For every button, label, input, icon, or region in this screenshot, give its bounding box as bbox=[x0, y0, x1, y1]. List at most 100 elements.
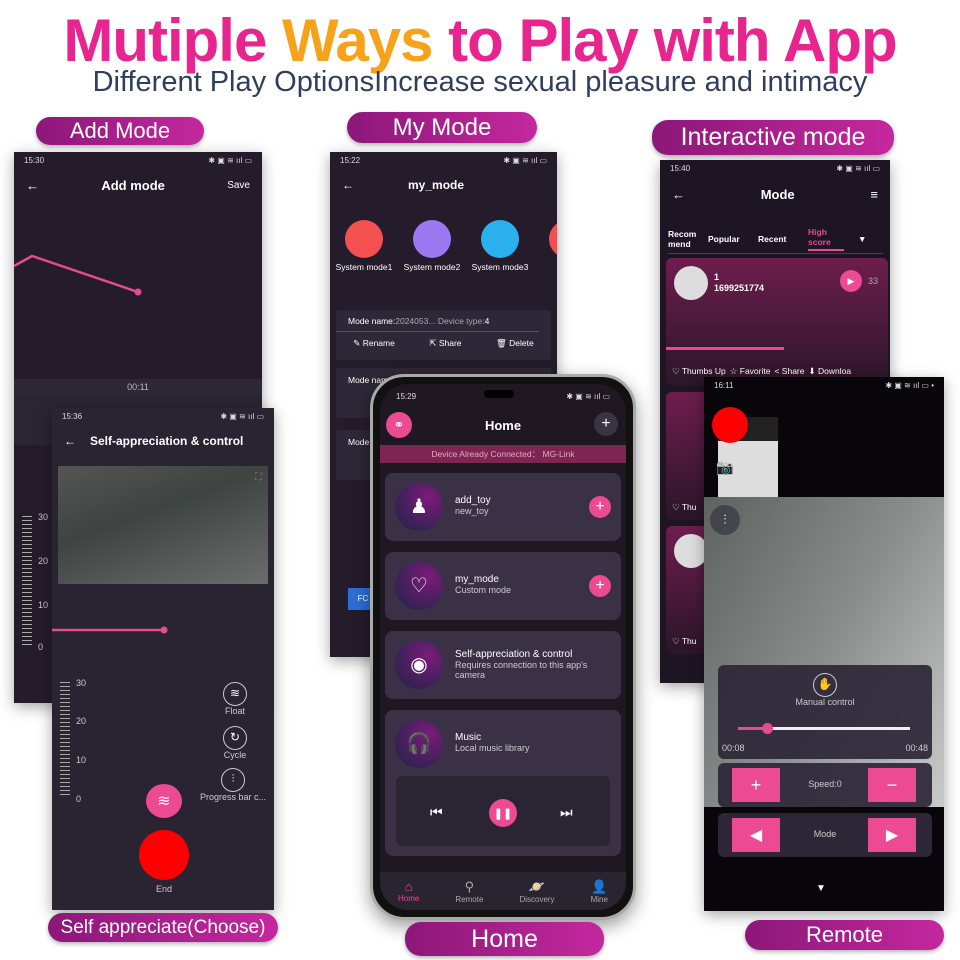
filter-icon[interactable]: ▼ bbox=[858, 234, 866, 244]
nav-discovery[interactable]: 🪐 Discovery bbox=[519, 879, 554, 904]
nav-icon: ⚲ bbox=[464, 878, 475, 894]
mode-curve[interactable] bbox=[14, 242, 262, 302]
pause-button[interactable]: ❚❚ bbox=[489, 799, 517, 827]
screen-title: Self-appreciation & control bbox=[90, 434, 244, 448]
remote-video bbox=[704, 497, 944, 807]
next-icon[interactable]: ⏭ bbox=[560, 804, 573, 821]
collapse-icon[interactable]: ▼ bbox=[816, 883, 826, 894]
connection-banner: Device Already Connected： MG-Link bbox=[380, 445, 626, 463]
subtitle: Different Play OptionsIncrease sexual pl… bbox=[92, 66, 868, 98]
play-button[interactable]: ▶ bbox=[840, 270, 862, 292]
download-button[interactable]: ⬇ Downloa bbox=[808, 366, 851, 377]
tab[interactable]: Recom mend bbox=[668, 229, 696, 249]
tab[interactable]: High score bbox=[808, 227, 844, 251]
title-part: Ways bbox=[282, 7, 434, 74]
self-appreciation-card[interactable]: ◉ Self-appreciation & control Requires con… bbox=[385, 631, 621, 699]
back-arrow-icon[interactable]: ← bbox=[64, 434, 76, 448]
music-card[interactable]: 🎧 Music Local music library ⏮ ❚❚ ⏭ bbox=[385, 710, 621, 856]
sliders-icon: ⫶ bbox=[221, 768, 245, 792]
mode-circle-icon bbox=[345, 220, 383, 258]
webcam-icon: ◉ bbox=[395, 641, 443, 689]
add-toy-card[interactable]: ♟ add_toy new_toy + bbox=[385, 473, 621, 541]
mode-label: Syste bbox=[534, 262, 557, 272]
music-player: ⏮ ❚❚ ⏭ bbox=[396, 776, 610, 846]
mode-label: System mode1 bbox=[335, 262, 393, 272]
back-arrow-icon[interactable]: ← bbox=[26, 178, 39, 193]
system-mode-item[interactable]: Syste bbox=[534, 220, 557, 272]
mode-circle-icon bbox=[413, 220, 451, 258]
status-time: 15:36 bbox=[62, 412, 83, 421]
sliders-icon[interactable]: ⫶ bbox=[710, 505, 740, 535]
nav-icon: 👤 bbox=[591, 878, 608, 894]
camera-view: ⛶ bbox=[58, 466, 268, 584]
phone-frame: 15:29 ✱ ▣ ≋ ııl ▭ ⚭ Home + Device Already… bbox=[370, 374, 636, 920]
status-bar: 15:30 ✱ ▣ ≋ ııl ▭ bbox=[14, 152, 262, 170]
tab[interactable]: Recent bbox=[758, 234, 794, 244]
status-time: 16:11 bbox=[714, 381, 734, 390]
home-screen: 15:29 ✱ ▣ ≋ ııl ▭ ⚭ Home + Device Already… bbox=[380, 384, 626, 910]
end-button[interactable] bbox=[139, 830, 189, 880]
wave-icon: ≋ bbox=[223, 682, 247, 706]
progress-bar-button[interactable]: ⫶ Progress bar c... bbox=[192, 768, 274, 802]
status-time: 15:22 bbox=[340, 156, 361, 165]
status-time: 15:40 bbox=[670, 164, 691, 173]
menu-icon[interactable]: ≡ bbox=[870, 187, 878, 202]
system-mode-item[interactable]: System mode2 bbox=[398, 220, 466, 272]
speed-label: Speed:0 bbox=[808, 779, 842, 789]
screen-title: Mode bbox=[760, 186, 795, 202]
nav-remote[interactable]: ⚲ Remote bbox=[455, 879, 483, 904]
screen-title: my_mode bbox=[408, 178, 465, 192]
title-part: to Play with App bbox=[432, 7, 897, 74]
mode-label: Mode bbox=[813, 829, 837, 839]
mode-card[interactable]: Mode name:2024053... Device type:4 ✎ Ren… bbox=[336, 310, 551, 360]
camera-icon[interactable]: 📷 bbox=[716, 459, 733, 476]
intensity-line[interactable] bbox=[52, 620, 274, 640]
system-mode-item[interactable]: System mode3 bbox=[466, 220, 534, 272]
mode-progress bbox=[666, 347, 784, 350]
mode-previous-button[interactable]: ◀ bbox=[732, 818, 780, 852]
speed-decrease-button[interactable]: − bbox=[868, 768, 916, 802]
timer: 00:11 bbox=[14, 379, 262, 395]
speed-increase-button[interactable]: + bbox=[732, 768, 780, 802]
manual-control-panel: ✋ Manual control 00:08 00:48 bbox=[718, 665, 932, 759]
plus-icon[interactable]: + bbox=[589, 496, 611, 518]
toy-icon: ♟ bbox=[395, 483, 443, 531]
record-button[interactable] bbox=[712, 407, 748, 443]
fullscreen-icon[interactable]: ⛶ bbox=[255, 472, 262, 483]
add-button[interactable]: + bbox=[594, 412, 618, 436]
screen-title: Home bbox=[484, 418, 522, 433]
progress-slider[interactable] bbox=[738, 723, 910, 734]
label-interactive-mode: Interactive mode bbox=[652, 120, 894, 155]
mode-label: System mode3 bbox=[471, 262, 529, 272]
favorite-button[interactable]: ☆ Favorite bbox=[730, 366, 771, 377]
label-home: Home bbox=[405, 922, 604, 956]
tab[interactable]: Popular bbox=[708, 234, 744, 244]
mode-next-button[interactable]: ▶ bbox=[868, 818, 916, 852]
plus-icon[interactable]: + bbox=[589, 575, 611, 597]
thumbs-up-button[interactable]: ♡ Thumbs Up bbox=[672, 366, 726, 377]
remote-screen: 16:11 ✱ ▣ ≋ ııl ▭ • 📷 ⫶ ✋ Manual control … bbox=[704, 377, 944, 911]
mode-circle-icon bbox=[481, 220, 519, 258]
back-arrow-icon[interactable]: ← bbox=[672, 187, 685, 202]
previous-icon[interactable]: ⏮ bbox=[430, 804, 443, 821]
float-button[interactable]: ≋ Float bbox=[202, 682, 268, 716]
label-add-mode: Add Mode bbox=[36, 117, 204, 145]
share-button[interactable]: ⇱ Share bbox=[429, 338, 461, 349]
cycle-icon: ↻ bbox=[223, 726, 247, 750]
mode-item-card[interactable]: 1 1699251774 ▶ 33 ♡ Thumbs Up ☆ Favorite < … bbox=[666, 258, 888, 386]
back-arrow-icon[interactable]: ← bbox=[342, 178, 354, 192]
wave-mode-button[interactable]: ≋ bbox=[146, 784, 182, 818]
share-button[interactable]: < Share bbox=[774, 366, 804, 377]
cycle-button[interactable]: ↻ Cycle bbox=[202, 726, 268, 760]
nav-home[interactable]: ⌂ Home bbox=[398, 879, 419, 903]
delete-button[interactable]: 🗑 Delete bbox=[496, 338, 534, 349]
rename-button[interactable]: ✎ Rename bbox=[353, 338, 395, 349]
page-title: Mutiple Ways to Play with App bbox=[0, 6, 960, 75]
avatar bbox=[674, 266, 708, 300]
my-mode-card[interactable]: ♡ my_mode Custom mode + bbox=[385, 552, 621, 620]
save-button[interactable]: Save bbox=[227, 180, 250, 191]
label-my-mode: My Mode bbox=[347, 112, 537, 143]
nav-mine[interactable]: 👤 Mine bbox=[591, 879, 608, 904]
status-time: 15:30 bbox=[24, 156, 45, 165]
system-mode-item[interactable]: System mode1 bbox=[330, 220, 398, 272]
